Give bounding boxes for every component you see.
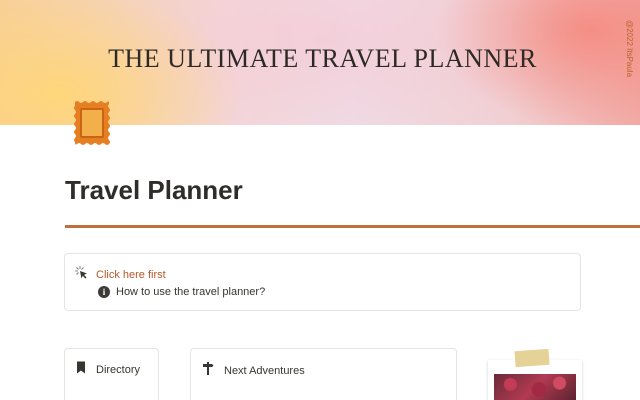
- title-divider: [65, 225, 640, 228]
- directory-card[interactable]: Directory: [64, 348, 159, 400]
- bookmark-icon: [76, 361, 86, 379]
- how-to-use-label: How to use the travel planner?: [116, 286, 266, 298]
- callout-box: Click here first i How to use the travel…: [64, 253, 581, 311]
- taped-photo: [488, 360, 582, 400]
- callout-header: Click here first: [74, 265, 166, 284]
- tape-strip: [514, 348, 550, 368]
- page-title: Travel Planner: [65, 175, 243, 205]
- info-icon: i: [98, 286, 110, 298]
- how-to-use-link[interactable]: i How to use the travel planner?: [98, 286, 265, 298]
- next-adventures-header: Next Adventures: [202, 361, 305, 380]
- directory-label: Directory: [96, 364, 141, 376]
- photo-image: [494, 374, 576, 400]
- next-adventures-card[interactable]: Next Adventures: [190, 348, 457, 400]
- signpost-icon: [202, 361, 214, 380]
- cursor-click-icon: [74, 265, 88, 284]
- stamp-icon[interactable]: [71, 98, 113, 148]
- page: THE ULTIMATE TRAVEL PLANNER @2022 ItsPau…: [0, 0, 640, 400]
- cover-credit: @2022 ItsPaula: [624, 19, 634, 78]
- directory-header: Directory: [76, 361, 140, 379]
- cover-title: THE ULTIMATE TRAVEL PLANNER: [108, 44, 537, 73]
- callout-title: Click here first: [96, 269, 166, 281]
- next-adventures-label: Next Adventures: [224, 364, 305, 377]
